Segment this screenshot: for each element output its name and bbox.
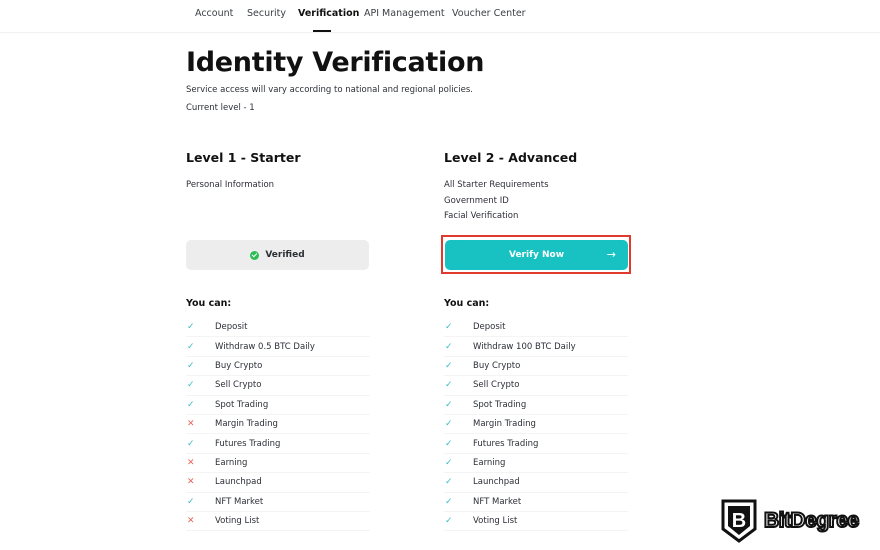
level-1-title: Level 1 - Starter [186,150,301,165]
policy-notice: Service access will vary according to na… [186,85,473,95]
permission-label: Margin Trading [473,419,536,430]
cross-icon: ✕ [187,457,195,468]
permission-label: Launchpad [473,477,520,488]
permission-label: Deposit [215,322,248,333]
requirement-item: Facial Verification [444,211,519,221]
cross-icon: ✕ [187,477,195,488]
level-1-permissions-list: ✓ Deposit ✓ Withdraw 0.5 BTC Daily ✓ Buy Cryp… [186,318,370,532]
check-icon: ✓ [445,399,453,410]
permission-item: ✕ Earning [186,454,370,474]
bitdegree-watermark: B BitDegree [721,499,860,543]
page-title: Identity Verification [186,47,485,78]
check-icon: ✓ [445,322,453,333]
tab-api-management[interactable]: API Management [364,8,445,19]
check-icon: ✓ [445,477,453,488]
permission-label: Withdraw 0.5 BTC Daily [215,341,315,352]
level-2-title: Level 2 - Advanced [444,150,578,165]
check-icon: ✓ [187,438,195,449]
svg-text:B: B [732,510,746,532]
permission-item: ✓ Futures Trading [444,434,628,454]
tab-voucher-center[interactable]: Voucher Center [452,8,526,19]
permission-item: ✓ Buy Crypto [186,357,370,377]
permission-label: Withdraw 100 BTC Daily [473,341,576,352]
top-navigation: Account Security Verification API Manage… [0,0,880,33]
level-2-card: Level 2 - Advanced All Starter Requireme… [444,150,628,248]
tab-verification[interactable]: Verification [298,8,359,19]
check-icon: ✓ [187,322,195,333]
permission-item: ✓ Deposit [444,318,628,338]
permission-label: Buy Crypto [473,360,521,371]
permission-item: ✓ Sell Crypto [444,376,628,396]
permission-label: Futures Trading [473,438,539,449]
check-icon: ✓ [187,341,195,352]
permission-item: ✓ NFT Market [444,493,628,512]
permission-item: ✓ Voting List [444,512,628,532]
permission-label: Margin Trading [215,419,278,430]
permission-item: ✓ Sell Crypto [186,376,370,396]
permission-item: ✕ Launchpad [186,473,370,493]
check-icon: ✓ [187,399,195,410]
check-icon: ✓ [445,419,453,430]
permission-label: Sell Crypto [473,380,520,391]
check-icon: ✓ [445,516,453,527]
check-icon: ✓ [187,360,195,371]
permission-label: Earning [215,457,248,468]
permission-item: ✕ Voting List [186,512,370,532]
bitdegree-shield-icon: B [721,499,757,543]
level-2-permissions-list: ✓ Deposit ✓ Withdraw 100 BTC Daily ✓ Buy Cryp… [444,318,628,532]
check-icon: ✓ [445,438,453,449]
permission-label: Deposit [473,322,506,333]
permission-item: ✓ Withdraw 100 BTC Daily [444,337,628,357]
verified-status-button: Verified [186,240,369,270]
permission-item: ✓ Futures Trading [186,434,370,454]
cross-icon: ✕ [187,516,195,527]
arrow-right-icon: → [606,248,616,261]
permission-label: Buy Crypto [215,360,263,371]
permission-label: Spot Trading [215,399,269,410]
permission-item: ✓ Spot Trading [186,396,370,415]
permission-item: ✓ Deposit [186,318,370,338]
check-icon: ✓ [445,341,453,352]
requirement-item: All Starter Requirements [444,180,549,190]
permission-label: NFT Market [215,496,264,507]
requirement-item: Personal Information [186,180,275,190]
permission-label: Futures Trading [215,438,281,449]
check-icon: ✓ [445,380,453,391]
active-tab-indicator [313,30,331,32]
permission-label: Earning [473,457,506,468]
requirement-item: Government ID [444,195,509,206]
permission-label: Launchpad [215,477,262,488]
level-2-you-can-heading: You can: [444,298,490,309]
permission-label: Spot Trading [473,399,527,410]
permission-item: ✓ NFT Market [186,493,370,512]
check-icon: ✓ [445,496,453,507]
verify-now-label: Verify Now [508,250,565,260]
check-icon: ✓ [445,360,453,371]
permission-label: NFT Market [473,496,522,507]
check-icon: ✓ [187,380,195,391]
permission-label: Voting List [215,516,260,527]
permission-item: ✓ Launchpad [444,473,628,493]
level-1-you-can-heading: You can: [186,298,232,309]
permission-item: ✓ Earning [444,454,628,474]
verified-label: Verified [265,250,305,260]
cross-icon: ✕ [187,419,195,430]
check-circle-icon [250,250,260,260]
check-icon: ✓ [445,457,453,468]
permission-item: ✓ Margin Trading [444,415,628,435]
permission-item: ✓ Buy Crypto [444,357,628,377]
permission-label: Sell Crypto [215,380,262,391]
verify-now-button[interactable]: Verify Now → [445,240,628,270]
permission-item: ✕ Margin Trading [186,415,370,435]
level-1-card: Level 1 - Starter Personal Information [186,150,370,248]
tab-account[interactable]: Account [195,8,233,19]
bitdegree-wordmark: BitDegree [763,508,860,533]
permission-label: Voting List [473,516,518,527]
current-level: Current level - 1 [186,103,255,113]
level-1-requirements: Personal Information [186,178,370,248]
permission-item: ✓ Withdraw 0.5 BTC Daily [186,337,370,357]
check-icon: ✓ [187,496,195,507]
tab-security[interactable]: Security [247,8,286,19]
permission-item: ✓ Spot Trading [444,396,628,415]
